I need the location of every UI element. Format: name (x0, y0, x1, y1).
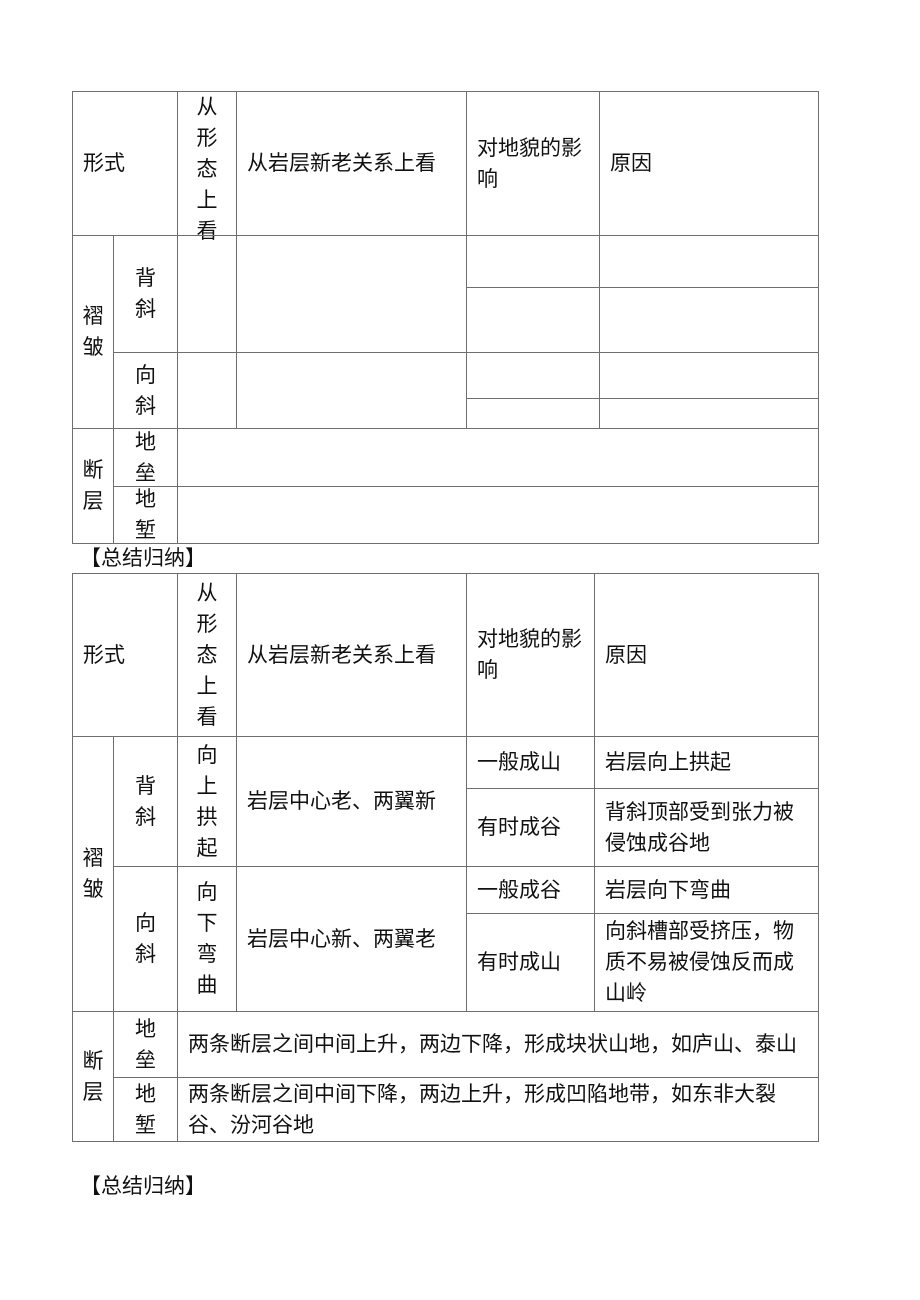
blank-anticline-reason-1[interactable] (599, 235, 819, 288)
blank-anticline-age[interactable] (236, 235, 467, 353)
group-fault: 断层 (72, 1011, 114, 1142)
syncline-age: 岩层中心新、两翼老 (236, 866, 467, 1012)
type-syncline-text: 向斜 (135, 911, 156, 966)
anticline-reason-2: 背斜顶部受到张力被侵蚀成谷地 (594, 788, 819, 867)
syncline-age-text: 岩层中心新、两翼老 (247, 926, 436, 951)
answer-table: 形式 从形态上看 从岩层新老关系上看 对地貌的影响 原因 褶皱 背斜 向上拱起 … (72, 573, 819, 1142)
type-graben-text: 地堑 (135, 1081, 156, 1137)
type-horst-text: 地垒 (135, 1016, 156, 1072)
blank-graben[interactable] (177, 486, 819, 544)
section-heading-1: 【总结归纳】 (80, 546, 206, 570)
type-graben: 地堑 (113, 486, 178, 544)
syncline-reason-2: 向斜槽部受挤压，物质不易被侵蚀反而成山岭 (594, 913, 819, 1012)
group-fold-text: 褶皱 (82, 846, 104, 901)
header-form-text: 形式 (83, 642, 125, 667)
syncline-reason-1: 岩层向下弯曲 (594, 866, 819, 914)
syncline-landform-2-text: 有时成山 (477, 950, 561, 974)
syncline-landform-2: 有时成山 (466, 913, 595, 1012)
header-reason: 原因 (594, 573, 819, 737)
group-fold: 褶皱 (72, 736, 114, 1012)
header-morphology: 从形态上看 (177, 573, 237, 737)
type-horst-text: 地垒 (135, 429, 156, 485)
anticline-reason-1: 岩层向上拱起 (594, 736, 819, 789)
blank-anticline-morphology[interactable] (177, 235, 237, 353)
header-reason-text: 原因 (610, 151, 652, 175)
type-horst: 地垒 (113, 1011, 178, 1078)
header-landform: 对地貌的影响 (466, 573, 595, 737)
anticline-reason-1-text: 岩层向上拱起 (605, 750, 731, 774)
type-syncline: 向斜 (113, 866, 178, 1012)
blank-syncline-reason-2[interactable] (599, 398, 819, 429)
blank-syncline-landform-1[interactable] (466, 352, 600, 399)
header-reason: 原因 (599, 91, 819, 236)
header-landform-text: 对地貌的影响 (477, 627, 582, 682)
header-morphology: 从形态上看 (177, 91, 237, 243)
header-morphology-text: 从形态上看 (196, 95, 218, 243)
type-graben-text: 地堑 (135, 487, 156, 542)
graben-description: 两条断层之间中间下降，两边上升，形成凹陷地带，如东非大裂谷、汾河谷地 (177, 1077, 819, 1142)
blank-syncline-landform-2[interactable] (466, 398, 600, 429)
type-anticline-text: 背斜 (135, 773, 156, 829)
blank-anticline-reason-2[interactable] (599, 287, 819, 353)
blank-anticline-landform-2[interactable] (466, 287, 600, 353)
type-anticline-text: 背斜 (135, 266, 156, 321)
blank-anticline-landform-1[interactable] (466, 235, 600, 288)
syncline-landform-1-text: 一般成谷 (477, 877, 561, 902)
blank-horst[interactable] (177, 428, 819, 487)
anticline-landform-2: 有时成谷 (466, 788, 595, 867)
header-form: 形式 (72, 91, 178, 236)
blank-worksheet-table: 形式 从形态上看 从岩层新老关系上看 对地貌的影响 原因 褶皱 背斜 向斜 断层… (72, 91, 819, 544)
type-horst: 地垒 (113, 428, 178, 487)
type-anticline: 背斜 (113, 736, 178, 867)
type-syncline: 向斜 (113, 352, 178, 429)
horst-description: 两条断层之间中间上升，两边下降，形成块状山地，如庐山、泰山 (177, 1011, 819, 1078)
blank-syncline-age[interactable] (236, 352, 467, 429)
header-age-text: 从岩层新老关系上看 (247, 642, 436, 667)
header-landform: 对地貌的影响 (466, 91, 600, 236)
type-anticline: 背斜 (113, 235, 178, 353)
group-fault: 断层 (72, 428, 114, 544)
anticline-age-text: 岩层中心老、两翼新 (247, 789, 436, 813)
type-syncline-text: 向斜 (135, 362, 156, 418)
group-fold: 褶皱 (72, 235, 114, 429)
header-landform-text: 对地貌的影响 (477, 135, 582, 191)
section-heading-2: 【总结归纳】 (80, 1174, 206, 1198)
header-morphology-text: 从形态上看 (196, 580, 218, 729)
anticline-morphology: 向上拱起 (177, 736, 237, 867)
syncline-reason-2-text: 向斜槽部受挤压，物质不易被侵蚀反而成山岭 (605, 919, 794, 1005)
header-reason-text: 原因 (605, 642, 647, 667)
syncline-reason-1-text: 岩层向下弯曲 (605, 877, 731, 902)
header-form: 形式 (72, 573, 178, 737)
type-graben: 地堑 (113, 1077, 178, 1142)
horst-description-text: 两条断层之间中间上升，两边下降，形成块状山地，如庐山、泰山 (188, 1032, 797, 1056)
header-age: 从岩层新老关系上看 (236, 91, 467, 236)
graben-description-text: 两条断层之间中间下降，两边上升，形成凹陷地带，如东非大裂谷、汾河谷地 (188, 1081, 776, 1137)
anticline-landform-2-text: 有时成谷 (477, 815, 561, 839)
header-age: 从岩层新老关系上看 (236, 573, 467, 737)
blank-syncline-reason-1[interactable] (599, 352, 819, 399)
syncline-landform-1: 一般成谷 (466, 866, 595, 914)
anticline-landform-1: 一般成山 (466, 736, 595, 789)
anticline-age: 岩层中心老、两翼新 (236, 736, 467, 867)
blank-syncline-morphology[interactable] (177, 352, 237, 429)
header-form-text: 形式 (83, 151, 125, 175)
anticline-morphology-text: 向上拱起 (196, 742, 218, 860)
group-fault-text: 断层 (82, 458, 104, 513)
header-age-text: 从岩层新老关系上看 (247, 151, 436, 175)
anticline-landform-1-text: 一般成山 (477, 750, 561, 774)
syncline-morphology-text: 向下弯曲 (196, 880, 218, 997)
anticline-reason-2-text: 背斜顶部受到张力被侵蚀成谷地 (605, 799, 794, 855)
group-fault-text: 断层 (82, 1048, 104, 1104)
syncline-morphology: 向下弯曲 (177, 866, 237, 1012)
group-fold-text: 褶皱 (82, 304, 104, 359)
